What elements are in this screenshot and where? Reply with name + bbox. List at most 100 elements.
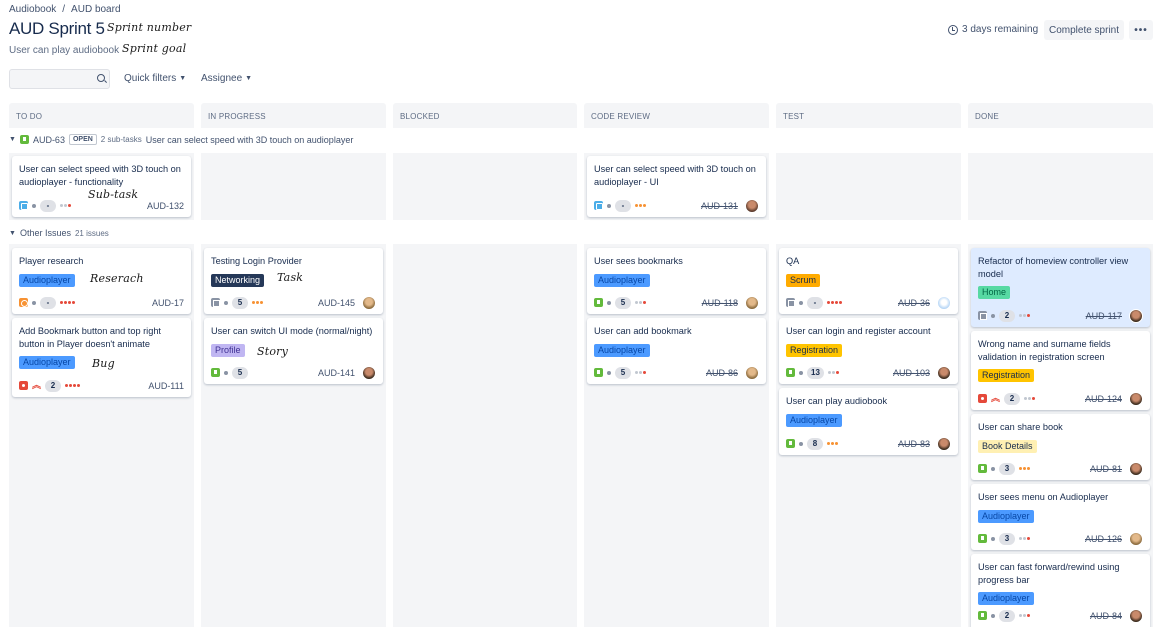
complete-sprint-button[interactable]: Complete sprint [1044,20,1124,40]
column-header-in-progress: IN PROGRESS [201,103,386,128]
issue-card[interactable]: User sees bookmarks Audioplayer 5 AUD-11… [587,248,766,314]
chevron-down-icon: ▼ [245,75,253,82]
avatar[interactable] [937,365,951,380]
card-summary: Refactor of homeview controller view mod… [978,256,1129,279]
card-summary: User can select speed with 3D touch on a… [594,164,756,187]
issue-key[interactable]: AUD-118 [702,298,738,308]
issue-key[interactable]: AUD-17 [152,298,184,308]
issue-card[interactable]: User can select speed with 3D touch on a… [587,156,766,217]
issue-key[interactable]: AUD-111 [148,381,184,391]
issue-card[interactable]: Wrong name and surname fields validation… [971,331,1150,410]
issue-key[interactable]: AUD-86 [706,368,738,378]
avatar[interactable] [1129,608,1143,623]
status-dot-icon [991,536,995,541]
priority-dots-icon [635,301,646,304]
card-footer: ︽ 2 AUD-124 [978,391,1143,406]
sprint-goal: User can play audiobook [9,45,120,56]
card-summary: QA [786,256,800,266]
card-summary: User can share book [978,422,1063,432]
story-points-badge: 3 [999,462,1015,475]
issue-key[interactable]: AUD-83 [898,439,930,449]
status-dot-icon [607,300,611,305]
column-header-todo: TO DO [9,103,194,128]
avatar[interactable] [1129,308,1143,323]
avatar[interactable] [745,295,759,310]
priority-dots-icon [60,301,75,304]
avatar[interactable] [745,198,759,213]
issue-key[interactable]: AUD-145 [318,298,355,308]
card-footer: 13 AUD-103 [786,365,951,380]
swimlane-header-aud-63[interactable]: ▼ AUD-63 OPEN 2 sub-tasks User can selec… [9,134,353,145]
issue-key[interactable]: AUD-36 [898,298,930,308]
story-icon [978,464,987,473]
issue-card[interactable]: User can fast forward/rewind using progr… [971,554,1150,627]
issue-key[interactable]: AUD-126 [1085,534,1122,544]
avatar[interactable] [1129,391,1143,406]
story-icon [786,439,795,448]
issue-card[interactable]: User sees menu on Audioplayer Audioplaye… [971,484,1150,550]
epic-label: Audioplayer [786,413,842,427]
issue-key[interactable]: AUD-132 [147,201,184,211]
card-footer: 5 AUD-145 [211,295,376,310]
issue-key[interactable]: AUD-124 [1085,394,1122,404]
column-header-test: TEST [776,103,961,128]
issue-key[interactable]: AUD-81 [1090,464,1122,474]
issue-key[interactable]: AUD-141 [318,368,355,378]
task-icon [211,298,220,307]
annotation-subtask: Sub-task [88,188,139,201]
avatar[interactable] [362,295,376,310]
issue-key[interactable]: AUD-131 [701,201,738,211]
chevron-down-icon[interactable]: ▼ [9,230,16,237]
status-dot-icon [799,300,803,305]
subtask-icon [594,201,603,210]
story-points-badge: - [807,296,823,309]
priority-dots-icon [1024,397,1036,400]
avatar[interactable] [745,365,759,380]
issue-card[interactable]: User can switch UI mode (normal/night) P… [204,318,383,384]
issue-card[interactable]: User can play audiobook Audioplayer 8 AU… [779,388,958,455]
priority-dots-icon [827,442,838,445]
chevron-down-icon[interactable]: ▼ [9,136,16,143]
avatar[interactable] [1129,461,1143,476]
issue-card[interactable]: Refactor of homeview controller view mod… [971,248,1150,327]
parent-issue-key[interactable]: AUD-63 [33,135,65,145]
swimlane-label: Other Issues [19,228,71,238]
epic-label: Registration [786,343,843,357]
issue-key[interactable]: AUD-117 [1086,311,1122,321]
issue-key[interactable]: AUD-103 [893,368,930,378]
epic-label: Scrum [786,273,821,287]
search-icon [97,74,105,82]
issue-card[interactable]: QA Scrum - AUD-36 [779,248,958,314]
card-footer: - AUD-17 [19,296,184,309]
priority-dots-icon [252,301,263,304]
issue-card[interactable]: User can share book Book Details 3 AUD-8… [971,414,1150,480]
card-footer: - AUD-36 [786,295,951,310]
assignee-dropdown[interactable]: Assignee ▼ [201,73,252,84]
avatar[interactable] [1129,531,1143,546]
card-summary: User sees menu on Audioplayer [978,492,1109,502]
breadcrumb-board-link[interactable]: AUD board [71,4,120,15]
avatar[interactable] [362,365,376,380]
search-input[interactable] [9,69,110,89]
issue-card[interactable]: User can select speed with 3D touch on a… [12,156,191,217]
more-actions-button[interactable]: ••• [1129,20,1153,40]
story-points-badge: - [40,199,56,212]
epic-label: Networking [211,273,265,287]
issue-key[interactable]: AUD-84 [1090,611,1122,621]
priority-dots-icon [827,301,842,304]
breadcrumb-project-link[interactable]: Audiobook [9,4,56,15]
avatar[interactable] [937,295,951,310]
lane-cell-blocked [393,153,577,220]
issue-card[interactable]: User can add bookmark Audioplayer 5 AUD-… [587,318,766,384]
story-points-badge: - [40,296,56,309]
story-points-badge: 5 [615,366,631,379]
annotation-story: Story [257,345,289,358]
issue-card[interactable]: User can login and register account Regi… [779,318,958,384]
status-dot-icon [224,300,228,305]
story-icon [978,611,987,620]
avatar[interactable] [937,436,951,451]
swimlane-header-other-issues[interactable]: ▼ Other Issues 21 issues [9,228,109,238]
lane-cell-blocked [393,244,577,627]
card-footer: 2 AUD-84 [978,608,1143,623]
quick-filters-dropdown[interactable]: Quick filters ▼ [124,73,186,84]
